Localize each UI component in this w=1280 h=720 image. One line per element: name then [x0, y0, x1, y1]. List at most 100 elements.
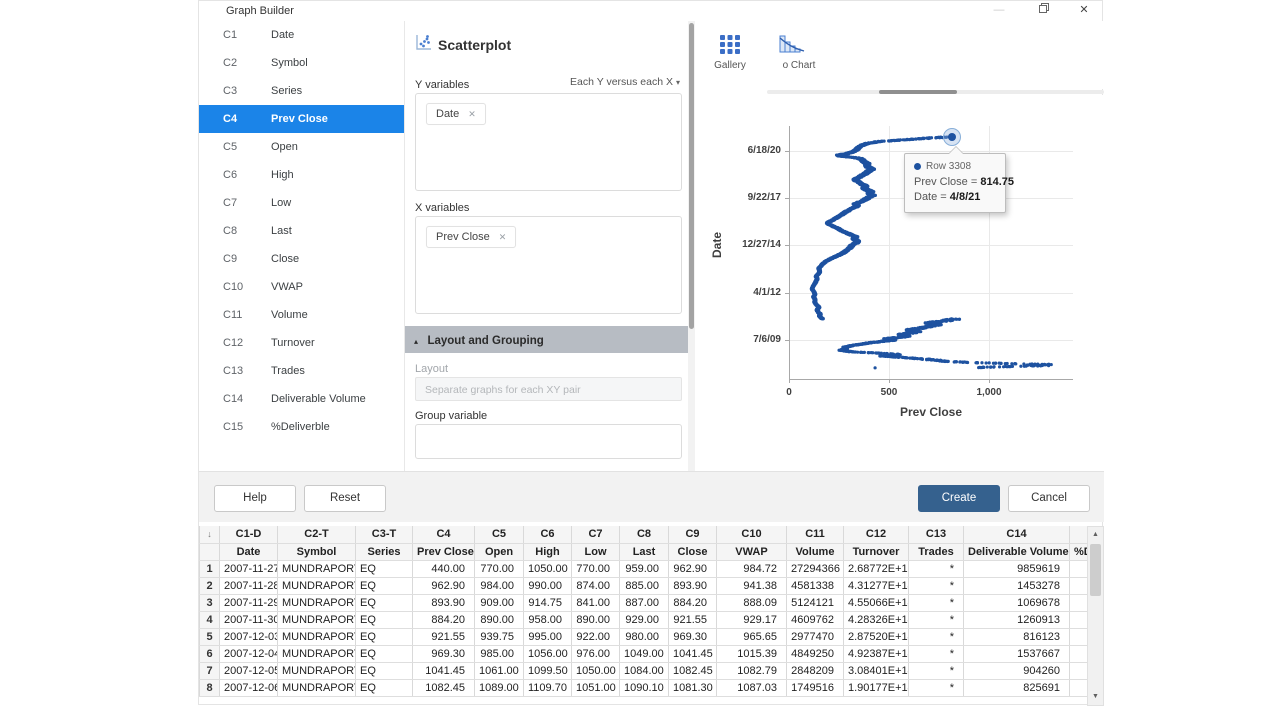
y-variables-dropzone[interactable]: Date ✕	[415, 93, 682, 191]
table-cell: 2007-11-27	[220, 560, 278, 577]
footer: Help Reset Create Cancel	[199, 471, 1104, 522]
table-cell: 1537667	[964, 645, 1070, 662]
column-row-c11[interactable]: C11Volume	[199, 301, 404, 329]
layout-select[interactable]: Separate graphs for each XY pair	[415, 377, 682, 401]
layout-grouping-header[interactable]: ▴ Layout and Grouping	[405, 326, 688, 353]
table-cell: *	[909, 560, 964, 577]
x-axis-title: Prev Close	[789, 405, 1073, 419]
table-cell: 874.00	[572, 577, 620, 594]
row-number-cell: 5	[200, 628, 220, 645]
column-id: C12	[223, 329, 243, 357]
column-header: Series	[356, 543, 413, 560]
group-variable-dropzone[interactable]	[415, 424, 682, 459]
table-cell: 976.00	[572, 645, 620, 662]
table-cell: *	[909, 611, 964, 628]
table-cell: EQ	[356, 645, 413, 662]
column-name: Trades	[271, 357, 305, 385]
table-cell: 1087.03	[717, 679, 787, 696]
column-row-c8[interactable]: C8Last	[199, 217, 404, 245]
table-cell: 2977470	[787, 628, 844, 645]
highlighted-point[interactable]	[943, 128, 961, 146]
builder-scrollbar-thumb[interactable]	[689, 23, 694, 329]
titlebar: Graph Builder — ✕	[199, 1, 1102, 22]
column-row-c1[interactable]: C1Date	[199, 21, 404, 49]
table-row: 42007-11-30MUNDRAPORTEQ884.20890.00958.0…	[200, 611, 1088, 628]
column-header	[200, 543, 220, 560]
column-name: Open	[271, 133, 298, 161]
builder-panel: Scatterplot Each Y versus each X▾ Y vari…	[405, 21, 688, 471]
table-cell: 885.00	[620, 577, 669, 594]
column-row-c12[interactable]: C12Turnover	[199, 329, 404, 357]
gallery-item-gallery[interactable]: Gallery	[696, 21, 764, 89]
table-cell: EQ	[356, 662, 413, 679]
column-id: C1	[223, 21, 237, 49]
cancel-button[interactable]: Cancel	[1008, 485, 1090, 512]
help-button[interactable]: Help	[214, 485, 296, 512]
table-cell: 888.09	[717, 594, 787, 611]
column-id: C9	[223, 245, 237, 273]
column-row-c2[interactable]: C2Symbol	[199, 49, 404, 77]
x-variables-dropzone[interactable]: Prev Close ✕	[415, 216, 682, 314]
chip-remove-icon[interactable]: ✕	[468, 109, 476, 120]
column-header: C11	[787, 526, 844, 543]
table-cell: 990.00	[524, 577, 572, 594]
restore-icon[interactable]	[1030, 1, 1058, 20]
column-name: Symbol	[271, 49, 308, 77]
table-cell: EQ	[356, 611, 413, 628]
table-row: 72007-12-05MUNDRAPORTEQ1041.451061.00109…	[200, 662, 1088, 679]
table-cell: 1061.00	[475, 662, 524, 679]
data-table: ↓C1-DC2-TC3-TC4C5C6C7C8C9C10C11C12C13C14…	[199, 526, 1104, 706]
column-id: C6	[223, 161, 237, 189]
tooltip-x-value: 814.75	[980, 176, 1014, 188]
minimize-icon[interactable]: —	[985, 1, 1013, 20]
graph-builder-dialog: Graph Builder — ✕ C1DateC2SymbolC3Series…	[198, 0, 1103, 705]
table-cell: 4581338	[787, 577, 844, 594]
y-axis-title: Date	[710, 225, 724, 265]
table-cell: 2007-11-30	[220, 611, 278, 628]
column-row-c10[interactable]: C10VWAP	[199, 273, 404, 301]
plot-mode-selector[interactable]: Each Y versus each X▾	[570, 76, 680, 88]
close-icon[interactable]: ✕	[1070, 1, 1098, 20]
variable-chip-prev-close[interactable]: Prev Close ✕	[426, 226, 516, 248]
table-cell: 770.00	[475, 560, 524, 577]
column-row-c3[interactable]: C3Series	[199, 77, 404, 105]
variable-chip-date[interactable]: Date ✕	[426, 103, 486, 125]
column-row-c7[interactable]: C7Low	[199, 189, 404, 217]
column-header: Low	[572, 543, 620, 560]
reset-button[interactable]: Reset	[304, 485, 386, 512]
column-row-c6[interactable]: C6High	[199, 161, 404, 189]
table-cell: 1041.45	[413, 662, 475, 679]
table-cell: MUNDRAPORT	[278, 594, 356, 611]
gallery-scrollbar-thumb[interactable]	[879, 90, 957, 94]
point-tooltip: Row 3308 Prev Close = 814.75 Date = 4/8/…	[904, 153, 1006, 213]
scroll-up-icon[interactable]: ▲	[1088, 528, 1103, 542]
y-tick-label: 4/1/12	[753, 287, 781, 298]
panel-title: Scatterplot	[438, 37, 511, 53]
table-cell: 884.20	[669, 594, 717, 611]
chip-remove-icon[interactable]: ✕	[499, 232, 507, 243]
table-cell: 890.00	[572, 611, 620, 628]
column-header: Close	[669, 543, 717, 560]
column-header: Volume	[787, 543, 844, 560]
gallery-item-pareto-chart[interactable]: o Chart	[769, 21, 829, 89]
table-cell: 922.00	[572, 628, 620, 645]
column-row-c5[interactable]: C5Open	[199, 133, 404, 161]
column-row-c9[interactable]: C9Close	[199, 245, 404, 273]
table-cell: 4.55066E+14	[844, 594, 909, 611]
column-row-c4[interactable]: C4Prev Close	[199, 105, 404, 133]
column-name: Deliverable Volume	[271, 385, 366, 413]
table-cell: 1050.00	[524, 560, 572, 577]
builder-scrollbar[interactable]	[688, 21, 695, 471]
table-cell: *	[909, 577, 964, 594]
column-row-c15[interactable]: C15%Deliverble	[199, 413, 404, 441]
scroll-down-icon[interactable]: ▼	[1088, 690, 1103, 704]
column-row-c14[interactable]: C14Deliverable Volume	[199, 385, 404, 413]
scatterplot-panel-icon	[415, 34, 432, 56]
table-scrollbar[interactable]: ▲ ▼	[1087, 526, 1104, 706]
table-cell: 2.87520E+14	[844, 628, 909, 645]
table-scrollbar-thumb[interactable]	[1090, 544, 1101, 596]
column-id: C8	[223, 217, 237, 245]
create-button[interactable]: Create	[918, 485, 1000, 512]
table-cell: 1015.39	[717, 645, 787, 662]
column-row-c13[interactable]: C13Trades	[199, 357, 404, 385]
